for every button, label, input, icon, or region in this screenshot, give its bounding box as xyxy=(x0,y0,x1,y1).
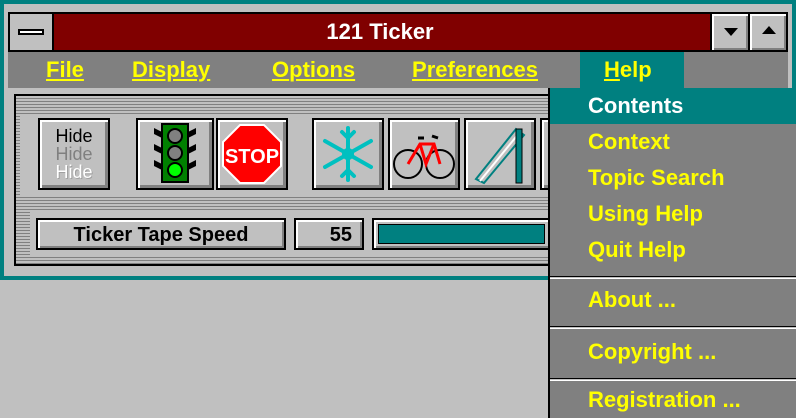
bicycle-icon xyxy=(393,134,455,179)
help-menu-registration[interactable]: Registration ... xyxy=(550,382,796,418)
hide-line-1: Hide xyxy=(55,126,93,146)
menu-help-label: elp xyxy=(619,57,652,82)
menu-file-mnemonic: F xyxy=(46,57,60,82)
menu-display-label: isplay xyxy=(147,57,211,82)
menu-options[interactable]: Options xyxy=(260,52,367,88)
stop-button[interactable]: STOP xyxy=(216,118,288,190)
help-menu-about[interactable]: About ... xyxy=(550,282,796,318)
toolbar: Hide Hide Hide STOP xyxy=(20,114,568,196)
traffic-light-icon xyxy=(154,123,196,183)
stop-sign-label: STOP xyxy=(225,146,279,168)
maximize-button[interactable] xyxy=(748,14,786,50)
stop-sign-icon: STOP xyxy=(222,124,282,184)
menu-help-mnemonic: H xyxy=(604,57,620,82)
title-bar[interactable]: 121 Ticker xyxy=(8,12,788,52)
ticker-speed-label: Ticker Tape Speed xyxy=(36,218,286,250)
menu-file-label: ile xyxy=(59,57,84,82)
hide-icon: Hide Hide Hide xyxy=(55,127,92,181)
minimize-icon xyxy=(724,28,738,36)
menu-separator xyxy=(550,378,796,381)
menu-options-label: ptions xyxy=(289,57,356,82)
ticker-speed-value: 55 xyxy=(294,218,364,250)
maximize-icon xyxy=(762,26,776,34)
menu-preferences[interactable]: Preferences xyxy=(400,52,550,88)
menu-bar: File Display Options Preferences Help xyxy=(8,52,788,88)
window-title: 121 Ticker xyxy=(326,19,434,44)
menu-preferences-mnemonic: P xyxy=(412,57,427,82)
help-menu-dropdown: Contents Context Topic Search Using Help… xyxy=(548,88,796,418)
menu-options-mnemonic: O xyxy=(272,57,290,82)
menu-separator xyxy=(550,326,796,329)
help-menu-copyright[interactable]: Copyright ... xyxy=(550,334,796,370)
ticker-speed-slider[interactable] xyxy=(372,218,560,250)
snowflake-icon xyxy=(323,126,373,182)
hide-button[interactable]: Hide Hide Hide xyxy=(38,118,110,190)
help-menu-context[interactable]: Context xyxy=(550,124,796,160)
menu-display-mnemonic: D xyxy=(132,57,148,82)
help-menu-using-help[interactable]: Using Help xyxy=(550,196,796,232)
menu-separator xyxy=(550,276,796,279)
menu-preferences-label: references xyxy=(426,57,538,82)
system-menu-icon xyxy=(18,29,44,35)
snowflake-button[interactable] xyxy=(312,118,384,190)
traffic-light-button[interactable] xyxy=(136,118,214,190)
help-menu-contents[interactable]: Contents xyxy=(550,88,796,124)
menu-help[interactable]: Help xyxy=(580,52,684,88)
help-menu-topic-search[interactable]: Topic Search xyxy=(550,160,796,196)
minimize-button[interactable] xyxy=(710,14,748,50)
slide-icon xyxy=(474,127,526,185)
hide-line-3: Hide xyxy=(55,162,93,182)
hide-line-2: Hide xyxy=(55,144,93,164)
menu-display[interactable]: Display xyxy=(120,52,222,88)
speed-control: Ticker Tape Speed 55 xyxy=(30,212,560,256)
bicycle-button[interactable] xyxy=(388,118,460,190)
help-menu-quit-help[interactable]: Quit Help xyxy=(550,232,796,268)
menu-file[interactable]: File xyxy=(34,52,96,88)
system-menu-button[interactable] xyxy=(10,14,54,50)
ticker-speed-fill xyxy=(378,224,545,244)
slide-button[interactable] xyxy=(464,118,536,190)
